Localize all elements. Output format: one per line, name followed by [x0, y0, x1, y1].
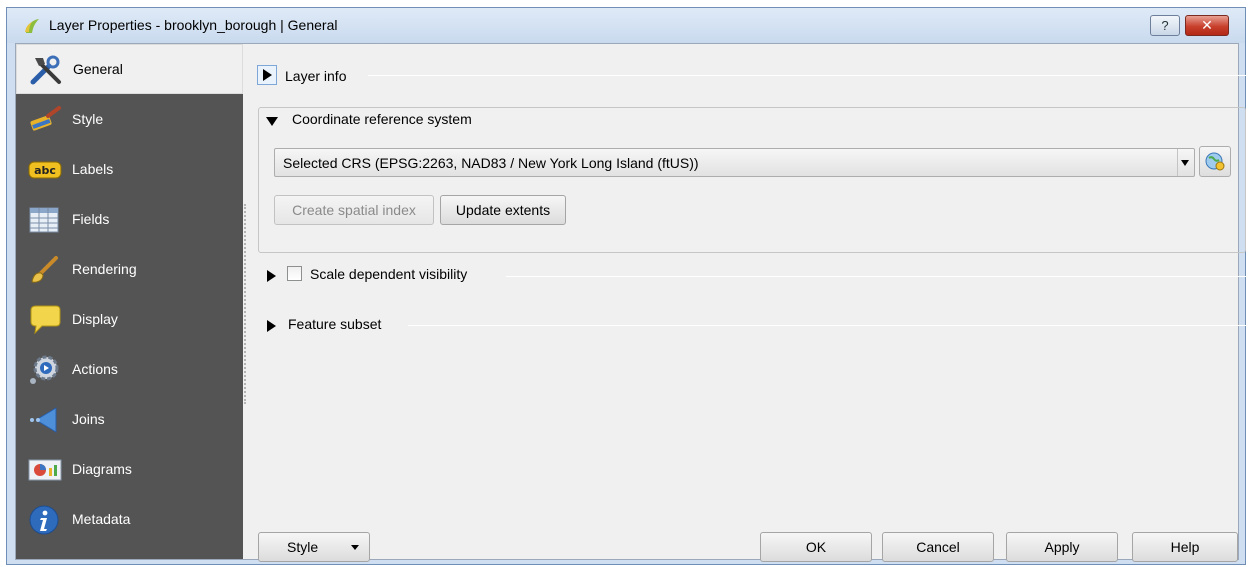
info-icon: [29, 505, 59, 535]
sidebar-item-display[interactable]: Display: [16, 295, 243, 345]
cancel-button[interactable]: Cancel: [882, 532, 994, 562]
help-button[interactable]: Help: [1132, 532, 1238, 562]
brush-icon: [31, 256, 58, 283]
dialog-body: General Style abc Labels Fields Renderin…: [15, 43, 1246, 562]
title-bar: Layer Properties - brooklyn_borough | Ge…: [7, 8, 1245, 43]
sidebar-item-diagrams[interactable]: Diagrams: [16, 445, 243, 495]
expand-arrow-icon[interactable]: [267, 270, 276, 282]
crs-group-label: Coordinate reference system: [288, 111, 476, 127]
globe-icon: [1205, 152, 1225, 171]
qgis-logo-icon: [25, 19, 39, 33]
gear-play-icon: [30, 355, 59, 384]
expand-arrow-icon: [263, 69, 272, 81]
select-crs-button[interactable]: [1199, 146, 1231, 177]
ok-button[interactable]: OK: [760, 532, 872, 562]
layer-info-label: Layer info: [285, 68, 347, 84]
sidebar-item-label: Joins: [72, 411, 105, 427]
section-divider: [408, 325, 1246, 326]
sidebar: General Style abc Labels Fields Renderin…: [16, 44, 243, 559]
scale-visibility-label: Scale dependent visibility: [310, 266, 468, 282]
chevron-down-icon[interactable]: [1177, 149, 1194, 176]
sidebar-item-label: Metadata: [72, 511, 131, 527]
sidebar-item-metadata[interactable]: Metadata: [16, 495, 243, 545]
paintbrush-icon: [30, 106, 61, 131]
window-title: Layer Properties - brooklyn_borough | Ge…: [49, 17, 338, 33]
sidebar-item-actions[interactable]: Actions: [16, 345, 243, 395]
help-title-button[interactable]: ?: [1150, 15, 1180, 36]
speech-bubble-icon: [30, 305, 61, 335]
sidebar-item-label: General: [73, 61, 123, 77]
layer-info-expand-toggle[interactable]: [257, 65, 277, 85]
update-extents-button[interactable]: Update extents: [440, 195, 566, 225]
layer-properties-window: Layer Properties - brooklyn_borough | Ge…: [6, 7, 1246, 565]
crs-selected-value: Selected CRS (EPSG:2263, NAD83 / New Yor…: [283, 155, 699, 171]
crs-select-dropdown[interactable]: Selected CRS (EPSG:2263, NAD83 / New Yor…: [274, 148, 1195, 177]
splitter-handle[interactable]: [244, 204, 248, 404]
sidebar-item-fields[interactable]: Fields: [16, 195, 243, 245]
apply-button[interactable]: Apply: [1006, 532, 1118, 562]
tools-icon: [30, 55, 61, 85]
sidebar-item-general[interactable]: General: [16, 44, 243, 94]
chevron-down-icon: [351, 545, 359, 550]
sidebar-item-label: Labels: [72, 161, 114, 177]
sidebar-item-label: Style: [72, 111, 104, 127]
table-icon: [29, 207, 59, 233]
join-icon: [30, 407, 57, 433]
sidebar-item-label: Fields: [72, 211, 110, 227]
svg-text:abc: abc: [34, 164, 56, 177]
collapse-arrow-icon[interactable]: [266, 117, 278, 126]
sidebar-item-style[interactable]: Style: [16, 95, 243, 145]
section-divider: [368, 75, 1246, 76]
sidebar-item-joins[interactable]: Joins: [16, 395, 243, 445]
sidebar-item-label: Display: [72, 311, 118, 327]
sidebar-item-label: Actions: [72, 361, 118, 377]
expand-arrow-icon[interactable]: [267, 320, 276, 332]
crs-group-box: [258, 107, 1246, 253]
sidebar-item-rendering[interactable]: Rendering: [16, 245, 243, 295]
sidebar-item-label: Diagrams: [72, 461, 132, 477]
abc-label-icon: abc: [28, 161, 62, 179]
scale-visibility-checkbox[interactable]: [287, 266, 302, 281]
sidebar-item-label: Rendering: [72, 261, 137, 277]
sidebar-item-labels[interactable]: abc Labels: [16, 145, 243, 195]
diagram-icon: [28, 459, 62, 481]
close-button[interactable]: ✕: [1185, 15, 1229, 36]
create-spatial-index-button[interactable]: Create spatial index: [274, 195, 434, 225]
style-button-label: Style: [287, 539, 319, 555]
feature-subset-label: Feature subset: [288, 316, 382, 332]
style-menu-button[interactable]: Style: [258, 532, 370, 562]
section-divider: [506, 276, 1246, 277]
